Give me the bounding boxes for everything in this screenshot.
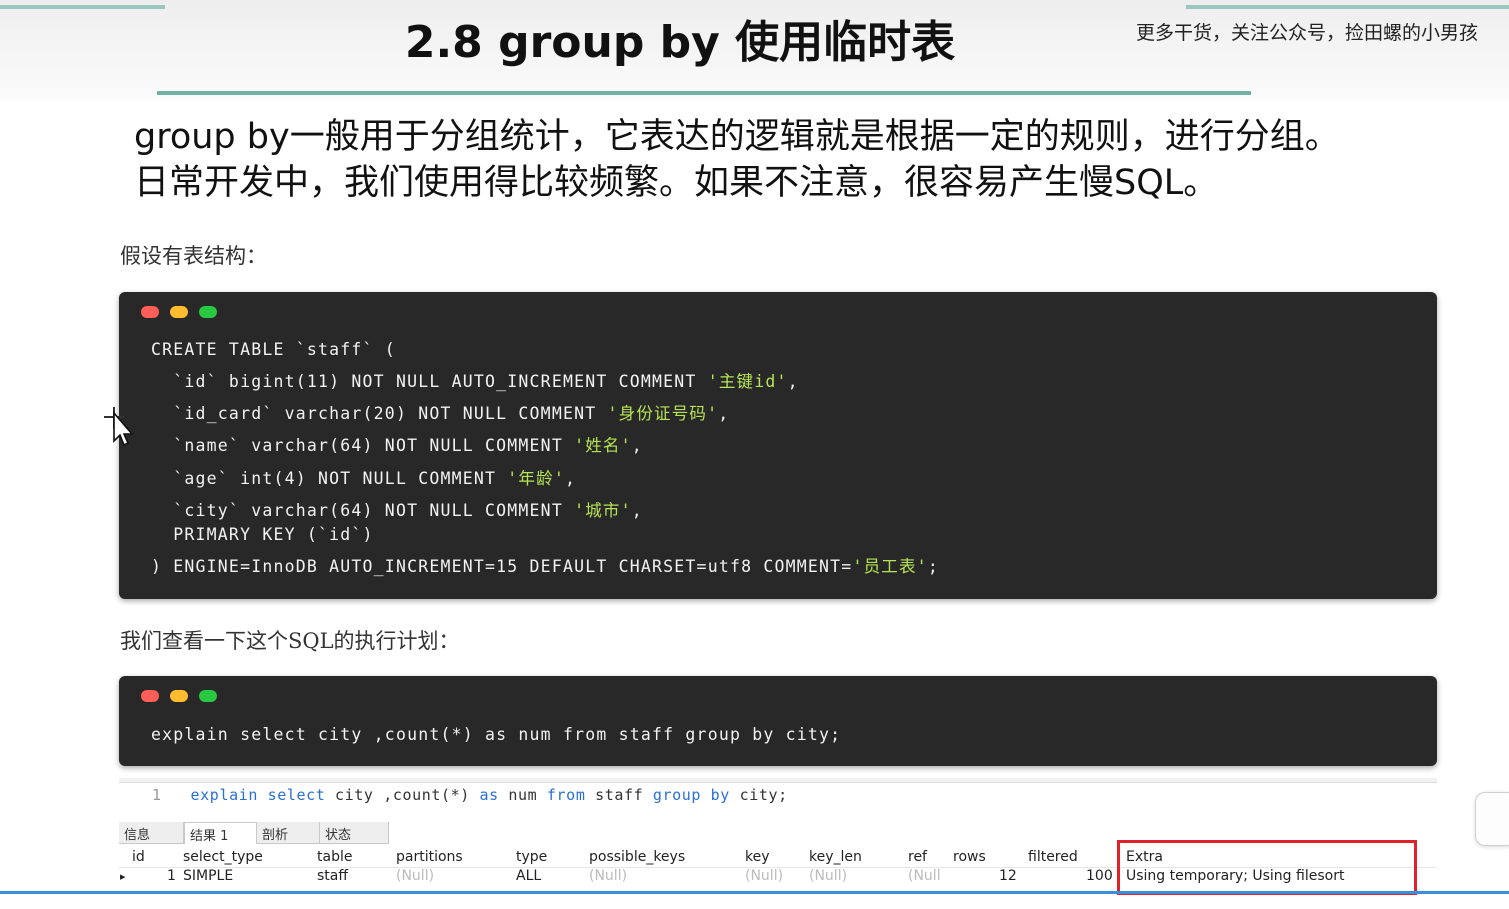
- extra-highlight-box: [1117, 840, 1417, 895]
- window-dots: [141, 690, 217, 702]
- tab-result-1[interactable]: 结果 1: [184, 822, 257, 844]
- floating-side-button[interactable]: [1475, 792, 1509, 846]
- dot-green-icon: [199, 690, 217, 702]
- cell-ref[interactable]: (Null: [908, 868, 941, 884]
- code-line: ) ENGINE=InnoDB AUTO_INCREMENT=15 DEFAUL…: [151, 557, 939, 576]
- column-header[interactable]: key_len: [809, 849, 862, 865]
- line-number: 1: [152, 786, 162, 804]
- explain-code-box: explain select city ,count(*) as num fro…: [119, 676, 1437, 766]
- code-string: '年龄': [507, 469, 565, 488]
- dot-green-icon: [199, 306, 217, 318]
- code-string: '身份证号码': [607, 404, 719, 423]
- code-line: `name` varchar(64) NOT NULL COMMENT '姓名'…: [151, 436, 643, 455]
- intro-line-2: 日常开发中，我们使用得比较频繁。如果不注意，很容易产生慢SQL。: [134, 163, 1219, 203]
- result-tabs: 信息 结果 1 剖析 状态: [119, 822, 389, 844]
- mouse-cursor-icon: [104, 407, 134, 447]
- explain-code: explain select city ,count(*) as num fro…: [151, 725, 842, 744]
- title-divider: [157, 91, 1251, 95]
- bottom-progress-bar: [0, 891, 1509, 894]
- decor-line-right: [1186, 5, 1509, 9]
- column-header[interactable]: select_type: [183, 849, 263, 865]
- cell-key-len[interactable]: (Null): [809, 868, 847, 884]
- tab-profile[interactable]: 剖析: [257, 822, 320, 843]
- column-header[interactable]: type: [516, 849, 547, 865]
- code-string: '姓名': [574, 436, 632, 455]
- tab-status[interactable]: 状态: [320, 822, 389, 843]
- column-header[interactable]: rows: [953, 849, 986, 865]
- row-marker-icon: ▸: [120, 870, 126, 883]
- cell-id[interactable]: 1: [167, 868, 176, 884]
- caption-table-structure: 假设有表结构：: [120, 244, 267, 268]
- editor-toolbar: [119, 778, 1437, 783]
- cell-partitions[interactable]: (Null): [396, 868, 434, 884]
- code-string: '员工表': [852, 557, 928, 576]
- dot-yellow-icon: [170, 690, 188, 702]
- column-header[interactable]: partitions: [396, 849, 463, 865]
- column-header[interactable]: ref: [908, 849, 927, 865]
- column-header[interactable]: possible_keys: [589, 849, 685, 865]
- slide-title: 2.8 group by 使用临时表: [404, 17, 956, 68]
- decor-line-left: [0, 5, 165, 9]
- column-header[interactable]: id: [132, 849, 145, 865]
- code-line: `city` varchar(64) NOT NULL COMMENT '城市'…: [151, 501, 643, 520]
- create-table-code: CREATE TABLE `staff` ( `id` bigint(11) N…: [151, 292, 938, 576]
- code-line: CREATE TABLE `staff` (: [151, 340, 396, 359]
- code-line: `id_card` varchar(20) NOT NULL COMMENT '…: [151, 404, 730, 423]
- query-editor-line[interactable]: 1 explain select city ,count(*) as num f…: [152, 786, 788, 804]
- cell-possible-keys[interactable]: (Null): [589, 868, 627, 884]
- code-line: PRIMARY KEY (`id`): [151, 525, 374, 544]
- create-table-code-box: CREATE TABLE `staff` ( `id` bigint(11) N…: [119, 292, 1437, 599]
- cell-type[interactable]: ALL: [516, 868, 541, 884]
- tab-info[interactable]: 信息: [119, 822, 184, 843]
- intro-paragraph: group by一般用于分组统计，它表达的逻辑就是根据一定的规则，进行分组。 日…: [134, 114, 1340, 206]
- cell-table[interactable]: staff: [317, 868, 348, 884]
- intro-line-1: group by一般用于分组统计，它表达的逻辑就是根据一定的规则，进行分组。: [134, 117, 1340, 157]
- caption-explain: 我们查看一下这个SQL的执行计划：: [120, 629, 460, 653]
- cell-rows[interactable]: 12: [999, 868, 1017, 884]
- dot-red-icon: [141, 690, 159, 702]
- code-line: `id` bigint(11) NOT NULL AUTO_INCREMENT …: [151, 372, 799, 391]
- column-header[interactable]: filtered: [1028, 849, 1078, 865]
- code-string: '主键id': [707, 372, 788, 391]
- cell-select-type[interactable]: SIMPLE: [183, 868, 233, 884]
- cell-filtered[interactable]: 100: [1086, 868, 1113, 884]
- cell-key[interactable]: (Null): [745, 868, 783, 884]
- column-header[interactable]: table: [317, 849, 352, 865]
- column-header[interactable]: key: [745, 849, 770, 865]
- code-line: `age` int(4) NOT NULL COMMENT '年龄',: [151, 469, 577, 488]
- watermark-text: 更多干货，关注公众号，捡田螺的小男孩: [1136, 22, 1479, 44]
- code-string: '城市': [574, 501, 632, 520]
